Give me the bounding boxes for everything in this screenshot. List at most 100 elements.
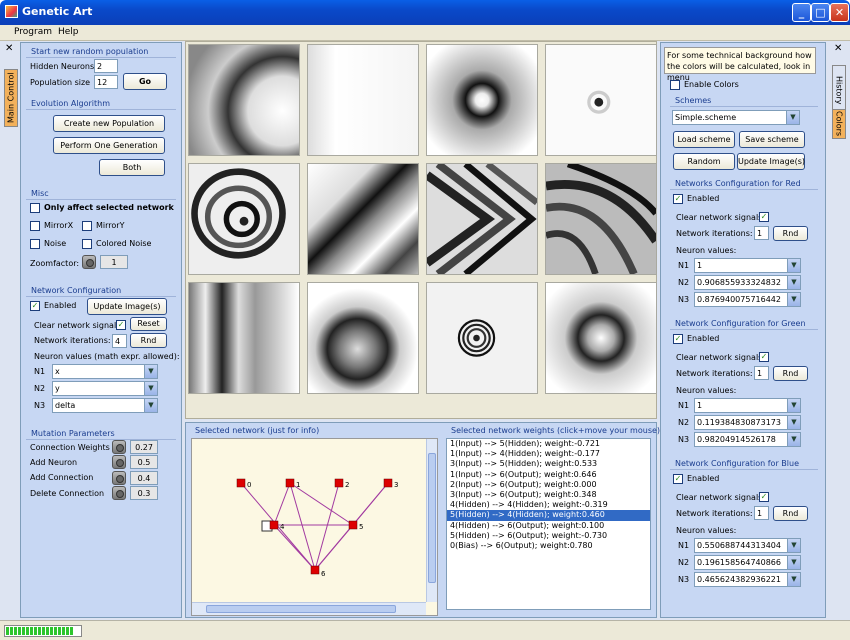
load-scheme-button[interactable]: Load scheme xyxy=(673,131,735,148)
scroll-thumb[interactable] xyxy=(206,605,396,613)
right-panel-close-icon[interactable]: ✕ xyxy=(834,43,842,54)
close-button[interactable]: ✕ xyxy=(830,3,849,22)
enable-colors-checkbox[interactable] xyxy=(670,80,680,90)
art-thumbnail[interactable] xyxy=(188,282,300,394)
n3-dropdown[interactable]: delta ▼ xyxy=(52,398,158,413)
weight-list-item[interactable]: 3(Input) --> 5(Hidden); weight:0.533 xyxy=(447,459,650,469)
channel-rnd-button[interactable]: Rnd xyxy=(773,366,808,381)
mutation-knob-icon[interactable] xyxy=(112,440,126,454)
netconf-update-button[interactable]: Update Image(s) xyxy=(87,298,167,315)
chevron-down-icon[interactable]: ▼ xyxy=(787,399,800,412)
channel-clear-checkbox[interactable]: ✓ xyxy=(759,212,769,222)
weight-list-item[interactable]: 5(Hidden) --> 4(Hidden); weight:0.460 xyxy=(447,510,650,521)
art-thumbnail[interactable] xyxy=(307,282,419,394)
channel-n-dropdown[interactable]: 0.906855933324832 ▼ xyxy=(694,275,801,290)
netconf-enabled-checkbox[interactable]: ✓ xyxy=(30,301,40,311)
reset-button[interactable]: Reset xyxy=(130,317,167,331)
channel-n-dropdown[interactable]: 0.196158564740866 ▼ xyxy=(694,555,801,570)
noise-checkbox[interactable] xyxy=(30,239,40,249)
channel-n-dropdown[interactable]: 1 ▼ xyxy=(694,258,801,273)
channel-iterations-input[interactable]: 1 xyxy=(754,506,769,520)
chevron-down-icon[interactable]: ▼ xyxy=(144,365,157,378)
tab-history[interactable]: History xyxy=(832,65,846,115)
n2-dropdown[interactable]: y ▼ xyxy=(52,381,158,396)
chevron-down-icon[interactable]: ▼ xyxy=(786,111,799,124)
channel-n-dropdown[interactable]: 0.876940075716442 ▼ xyxy=(694,292,801,307)
art-thumbnail[interactable] xyxy=(307,163,419,275)
population-size-input[interactable]: 12 xyxy=(94,75,118,89)
art-thumbnail[interactable] xyxy=(307,44,419,156)
vertical-scrollbar[interactable] xyxy=(426,439,437,602)
rnd-button[interactable]: Rnd xyxy=(130,333,167,348)
chevron-down-icon[interactable]: ▼ xyxy=(144,382,157,395)
chevron-down-icon[interactable]: ▼ xyxy=(787,556,800,569)
art-thumbnail[interactable] xyxy=(188,163,300,275)
channel-enabled-checkbox[interactable]: ✓ xyxy=(673,334,683,344)
channel-iterations-input[interactable]: 1 xyxy=(754,366,769,380)
art-thumbnail[interactable] xyxy=(426,282,538,394)
tab-main-control[interactable]: Main Control xyxy=(4,69,18,127)
random-button[interactable]: Random xyxy=(673,153,735,170)
both-button[interactable]: Both xyxy=(99,159,165,176)
art-thumbnail[interactable] xyxy=(188,44,300,156)
go-button[interactable]: Go xyxy=(123,73,167,90)
menu-help[interactable]: Help xyxy=(58,27,79,37)
save-scheme-button[interactable]: Save scheme xyxy=(739,131,805,148)
maximize-button[interactable]: □ xyxy=(811,3,830,22)
mutation-knob-icon[interactable] xyxy=(112,455,126,469)
chevron-down-icon[interactable]: ▼ xyxy=(787,433,800,446)
weight-list-item[interactable]: 4(Hidden) --> 4(Hidden); weight:-0.319 xyxy=(447,500,650,510)
only-affect-checkbox[interactable] xyxy=(30,203,40,213)
zoom-knob-icon[interactable] xyxy=(82,255,96,269)
iterations-input[interactable]: 4 xyxy=(112,334,127,348)
chevron-down-icon[interactable]: ▼ xyxy=(787,416,800,429)
chevron-down-icon[interactable]: ▼ xyxy=(787,259,800,272)
mutation-knob-icon[interactable] xyxy=(112,486,126,500)
mirrorx-checkbox[interactable] xyxy=(30,221,40,231)
chevron-down-icon[interactable]: ▼ xyxy=(787,276,800,289)
create-population-button[interactable]: Create new Population xyxy=(53,115,165,132)
channel-rnd-button[interactable]: Rnd xyxy=(773,226,808,241)
art-thumbnail[interactable] xyxy=(545,163,657,275)
channel-n-dropdown[interactable]: 0.550688744313404 ▼ xyxy=(694,538,801,553)
perform-generation-button[interactable]: Perform One Generation xyxy=(53,137,165,154)
weight-list-item[interactable]: 3(Input) --> 6(Output); weight:0.348 xyxy=(447,490,650,500)
weight-list-item[interactable]: 1(Input) --> 4(Hidden); weight:-0.177 xyxy=(447,449,650,459)
weight-list-item[interactable]: 0(Bias) --> 6(Output); weight:0.780 xyxy=(447,541,650,551)
minimize-button[interactable]: _ xyxy=(792,3,811,22)
chevron-down-icon[interactable]: ▼ xyxy=(787,573,800,586)
horizontal-scrollbar[interactable] xyxy=(192,602,426,615)
art-thumbnail[interactable] xyxy=(426,163,538,275)
tab-colors[interactable]: Colors xyxy=(832,109,846,139)
art-thumbnail[interactable] xyxy=(545,282,657,394)
chevron-down-icon[interactable]: ▼ xyxy=(144,399,157,412)
art-thumbnail[interactable] xyxy=(426,44,538,156)
weight-list-item[interactable]: 4(Hidden) --> 6(Output); weight:0.100 xyxy=(447,521,650,531)
colored-noise-checkbox[interactable] xyxy=(82,239,92,249)
channel-rnd-button[interactable]: Rnd xyxy=(773,506,808,521)
channel-iterations-input[interactable]: 1 xyxy=(754,226,769,240)
mutation-knob-icon[interactable] xyxy=(112,471,126,485)
channel-n-dropdown[interactable]: 0.119384830873173 ▼ xyxy=(694,415,801,430)
weight-list-item[interactable]: 1(Input) --> 6(Output); weight:0.646 xyxy=(447,470,650,480)
chevron-down-icon[interactable]: ▼ xyxy=(787,293,800,306)
channel-enabled-checkbox[interactable]: ✓ xyxy=(673,474,683,484)
hidden-neurons-input[interactable]: 2 xyxy=(94,59,118,73)
mirrory-checkbox[interactable] xyxy=(82,221,92,231)
chevron-down-icon[interactable]: ▼ xyxy=(787,539,800,552)
channel-n-dropdown[interactable]: 1 ▼ xyxy=(694,398,801,413)
left-panel-close-icon[interactable]: ✕ xyxy=(5,43,13,54)
n1-dropdown[interactable]: x ▼ xyxy=(52,364,158,379)
channel-n-dropdown[interactable]: 0.465624382936221 ▼ xyxy=(694,572,801,587)
weight-list-item[interactable]: 1(Input) --> 5(Hidden); weight:-0.721 xyxy=(447,439,650,449)
weights-list[interactable]: 1(Input) --> 5(Hidden); weight:-0.721 1(I… xyxy=(446,438,651,610)
channel-n-dropdown[interactable]: 0.98204914526178 ▼ xyxy=(694,432,801,447)
channel-enabled-checkbox[interactable]: ✓ xyxy=(673,194,683,204)
channel-clear-checkbox[interactable]: ✓ xyxy=(759,352,769,362)
scroll-thumb[interactable] xyxy=(428,453,436,583)
colors-update-button[interactable]: Update Image(s) xyxy=(737,153,805,170)
weight-list-item[interactable]: 2(Input) --> 6(Output); weight:0.000 xyxy=(447,480,650,490)
menu-program[interactable]: Program xyxy=(14,27,52,37)
art-thumbnail[interactable] xyxy=(545,44,657,156)
weight-list-item[interactable]: 5(Hidden) --> 6(Output); weight:-0.730 xyxy=(447,531,650,541)
